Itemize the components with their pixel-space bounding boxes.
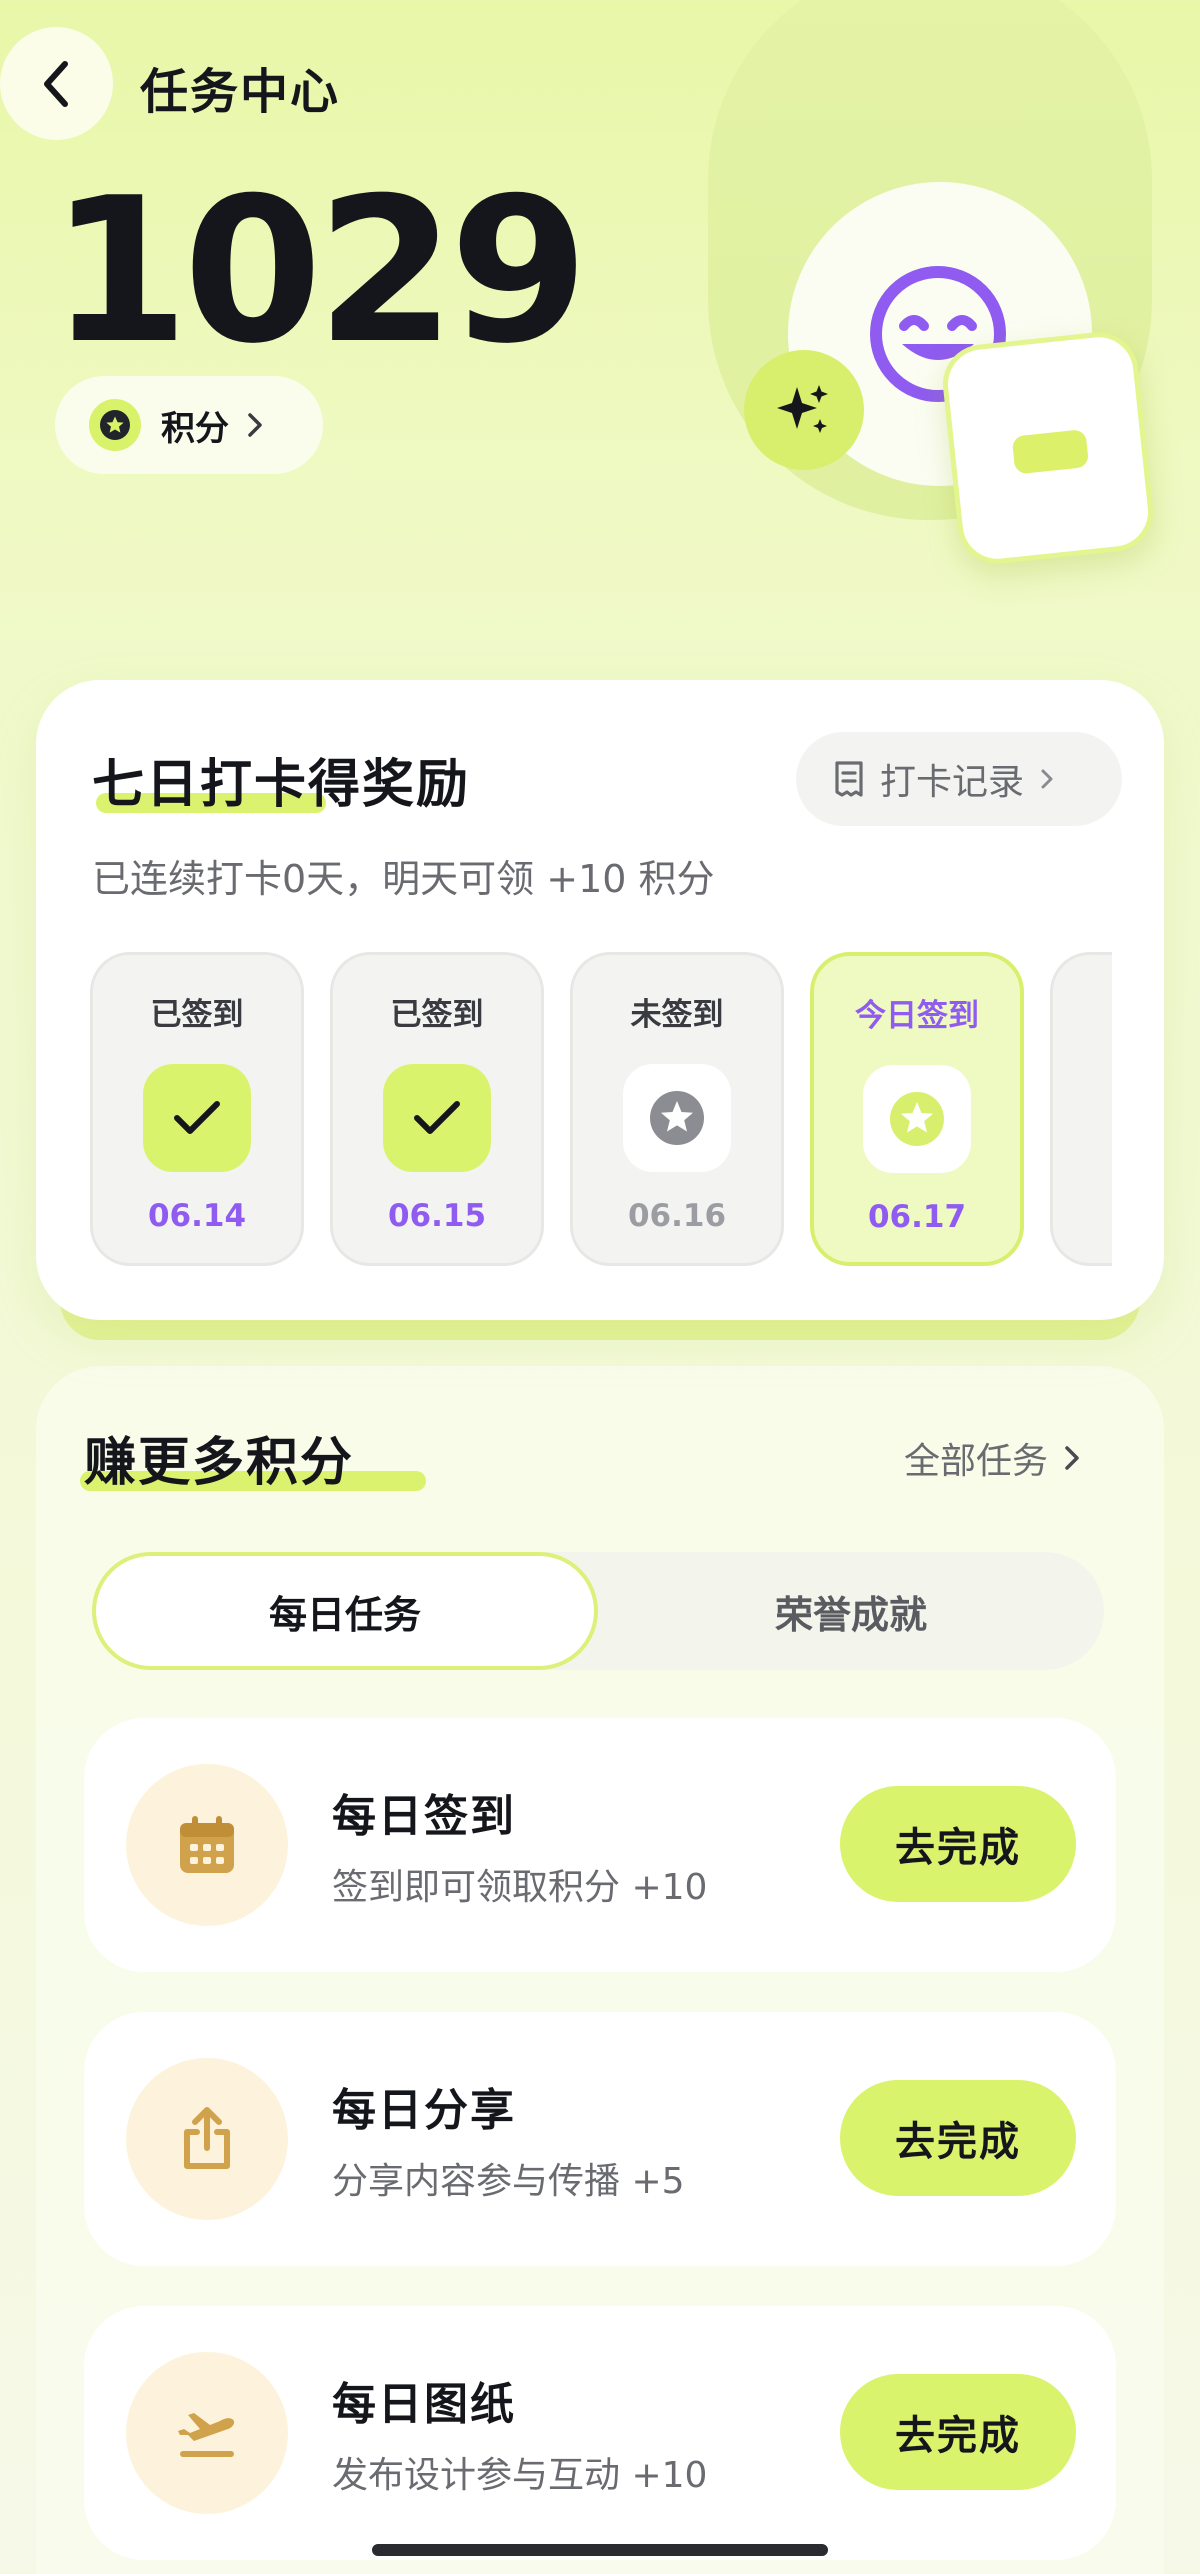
chevron-right-icon bbox=[1041, 769, 1053, 789]
task-name: 每日分享 bbox=[332, 2085, 516, 2136]
page-title: 任务中心 bbox=[140, 64, 341, 120]
sparkle-icon bbox=[777, 385, 828, 433]
checkin-card: 七日打卡得奖励 打卡记录 已连续打卡0天，明天可领 +10 积分 已签到 06.… bbox=[36, 680, 1164, 1320]
day-date: 06.15 bbox=[387, 1198, 487, 1234]
day-status: 未签到 bbox=[630, 997, 724, 1033]
checkin-day[interactable]: 未签到 06.16 bbox=[570, 952, 784, 1266]
calendar-icon bbox=[180, 1816, 234, 1873]
task-description: 分享内容参与传播 +5 bbox=[332, 2161, 685, 2202]
earn-title: 赚更多积分 bbox=[80, 1420, 426, 1495]
task-go-button[interactable]: 去完成 bbox=[840, 1786, 1076, 1902]
checkin-day[interactable]: 已签到 06.14 bbox=[90, 952, 304, 1266]
task-icon-box bbox=[126, 1764, 288, 1926]
check-icon bbox=[174, 1101, 220, 1134]
checkin-day-partial[interactable] bbox=[1050, 952, 1112, 1266]
points-label: 积分 bbox=[161, 408, 229, 449]
checkin-subtitle: 已连续打卡0天，明天可领 +10 积分 bbox=[92, 857, 715, 901]
star-badge-icon bbox=[650, 1091, 704, 1145]
task-name: 每日图纸 bbox=[332, 2379, 516, 2430]
mascot-card bbox=[939, 328, 1157, 568]
chevron-right-icon bbox=[1065, 1446, 1079, 1470]
points-coin-icon bbox=[89, 399, 141, 451]
checkin-day-today[interactable]: 今日签到 06.17 bbox=[810, 952, 1024, 1266]
receipt-icon bbox=[835, 761, 863, 797]
points-value: 1029 bbox=[50, 155, 589, 388]
task-go-button[interactable]: 去完成 bbox=[840, 2374, 1076, 2490]
day-status: 今日签到 bbox=[855, 998, 979, 1034]
chevron-right-icon bbox=[248, 413, 262, 437]
task-icon-box bbox=[126, 2352, 288, 2514]
star-badge-icon bbox=[890, 1092, 944, 1146]
task-tabs: 每日任务 荣誉成就 bbox=[92, 1552, 1104, 1670]
checkin-record-label: 打卡记录 bbox=[880, 762, 1025, 803]
sparkle-bubble bbox=[744, 350, 864, 470]
task-icon-box bbox=[126, 2058, 288, 2220]
checkin-days-row: 已签到 06.14 已签到 06.15 未签到 06.16 今日签到 06.17 bbox=[90, 952, 1112, 1266]
checkin-title: 七日打卡得奖励 bbox=[92, 755, 471, 815]
day-date: 06.14 bbox=[147, 1198, 247, 1234]
plane-takeoff-icon bbox=[178, 2413, 235, 2457]
share-icon bbox=[184, 2107, 230, 2169]
task-description: 发布设计参与互动 +10 bbox=[332, 2455, 708, 2496]
task-item: 每日分享 分享内容参与传播 +5 去完成 bbox=[84, 2012, 1116, 2266]
points-pill[interactable]: 积分 bbox=[55, 376, 323, 474]
task-name: 每日签到 bbox=[332, 1791, 516, 1842]
tab-daily-tasks[interactable]: 每日任务 bbox=[92, 1552, 598, 1670]
task-item: 每日签到 签到即可领取积分 +10 去完成 bbox=[84, 1718, 1116, 1972]
day-status: 已签到 bbox=[390, 997, 484, 1033]
check-icon bbox=[414, 1101, 460, 1134]
checkin-record-button[interactable]: 打卡记录 bbox=[796, 732, 1122, 826]
chevron-left-icon bbox=[43, 60, 68, 107]
day-date: 06.17 bbox=[867, 1199, 967, 1235]
back-button[interactable] bbox=[0, 27, 113, 140]
all-tasks-label: 全部任务 bbox=[904, 1441, 1049, 1482]
day-status: 已签到 bbox=[150, 997, 244, 1033]
task-go-button[interactable]: 去完成 bbox=[840, 2080, 1076, 2196]
tab-achievements[interactable]: 荣誉成就 bbox=[598, 1552, 1104, 1670]
all-tasks-link[interactable]: 全部任务 bbox=[904, 1432, 1080, 1484]
task-item: 每日图纸 发布设计参与互动 +10 去完成 bbox=[84, 2306, 1116, 2560]
day-date: 06.16 bbox=[627, 1198, 727, 1234]
home-indicator[interactable] bbox=[372, 2544, 828, 2556]
task-description: 签到即可领取积分 +10 bbox=[332, 1867, 708, 1908]
checkin-day[interactable]: 已签到 06.15 bbox=[330, 952, 544, 1266]
